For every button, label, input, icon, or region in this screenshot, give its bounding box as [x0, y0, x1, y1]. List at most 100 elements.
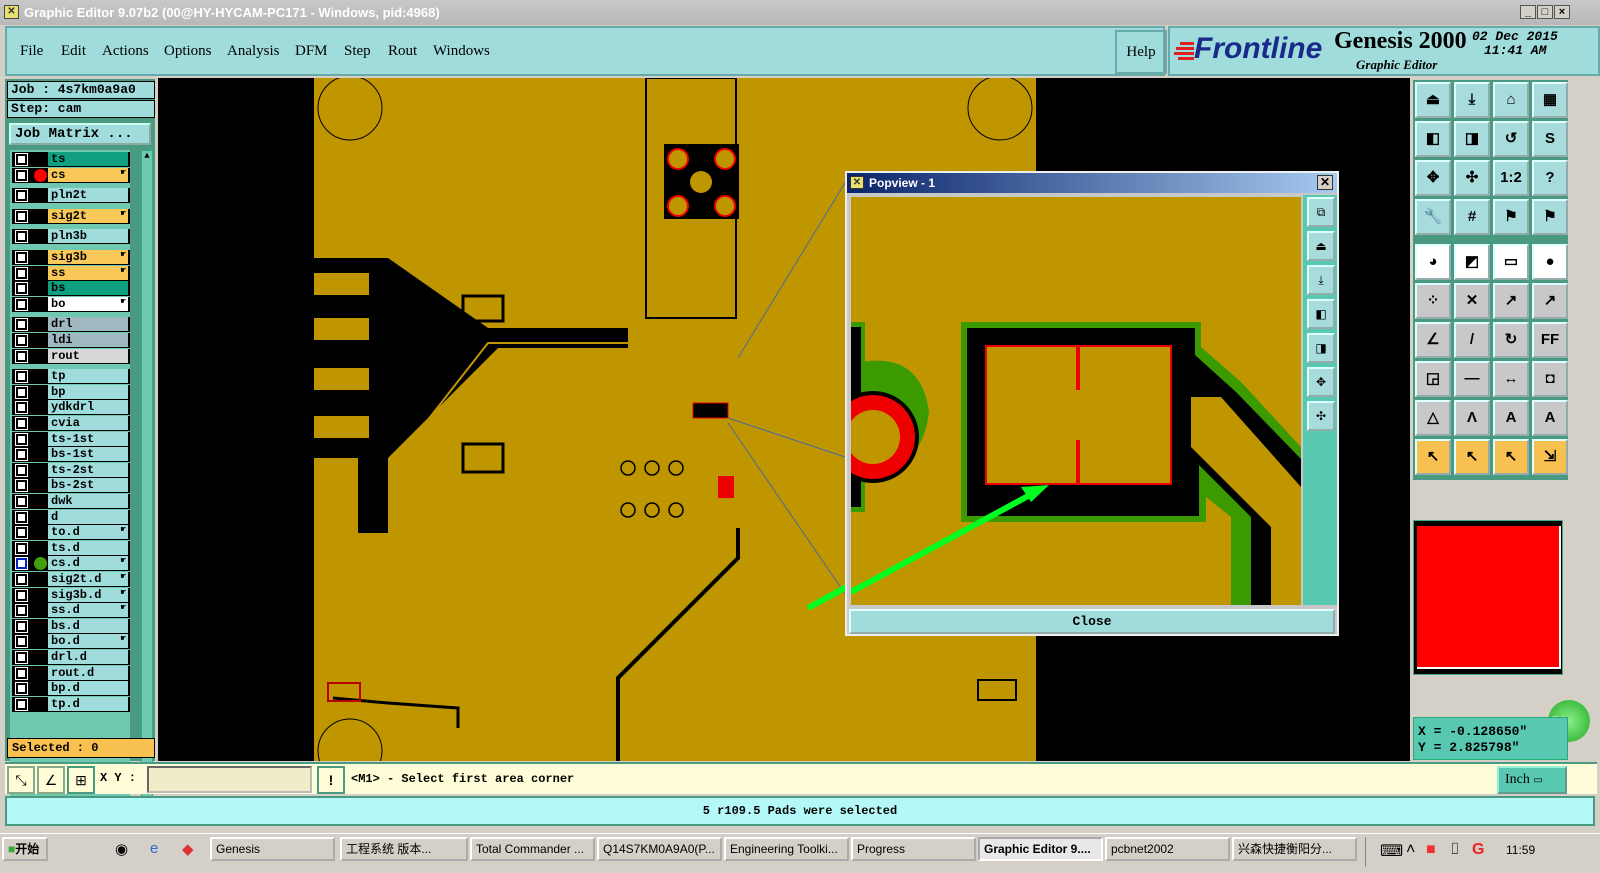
- layer-checkbox[interactable]: [15, 370, 28, 384]
- menu-edit[interactable]: Edit: [61, 43, 86, 60]
- popview-close-button[interactable]: Close: [849, 609, 1335, 634]
- tool-button[interactable]: ◲: [1415, 361, 1451, 397]
- layer-row[interactable]: pln2t: [12, 188, 130, 204]
- popview-tool-button[interactable]: ⏏: [1307, 231, 1335, 261]
- layer-checkbox[interactable]: [15, 266, 28, 280]
- taskbar-item[interactable]: Total Commander ...: [470, 837, 595, 861]
- minimize-button[interactable]: _: [1520, 5, 1536, 19]
- layer-checkbox[interactable]: [15, 334, 28, 347]
- layer-checkbox[interactable]: [15, 209, 28, 223]
- layer-scrollbar[interactable]: ▲ ▼: [141, 150, 153, 810]
- chrome-icon[interactable]: ◉: [115, 840, 128, 858]
- layer-name[interactable]: bp.d: [48, 681, 128, 696]
- layer-row[interactable]: cs.d ☛: [12, 556, 130, 572]
- app-quicklaunch-icon[interactable]: ◆: [182, 840, 194, 858]
- tool-button[interactable]: S: [1532, 121, 1568, 157]
- tool-button[interactable]: ∠: [1415, 322, 1451, 358]
- layer-name[interactable]: cvia: [48, 416, 128, 430]
- layer-checkbox[interactable]: [15, 495, 28, 508]
- layer-row[interactable]: bo.d ☛: [12, 634, 130, 650]
- layer-name[interactable]: sig3b.d: [48, 587, 128, 602]
- tool-button[interactable]: ?: [1532, 160, 1568, 196]
- layer-checkbox[interactable]: [15, 318, 28, 332]
- start-button[interactable]: ■开始: [2, 837, 48, 861]
- layer-name[interactable]: d: [48, 509, 128, 524]
- tool-button[interactable]: ⇲: [1532, 439, 1568, 475]
- tool-button[interactable]: —: [1454, 361, 1490, 397]
- tool-button[interactable]: ↖: [1493, 439, 1529, 475]
- layer-name[interactable]: ts-2st: [48, 462, 128, 477]
- layer-row[interactable]: bs.d: [12, 618, 130, 634]
- popview-tool-button[interactable]: ⤓: [1307, 265, 1335, 295]
- layer-name[interactable]: rout: [48, 348, 128, 363]
- grid-snap-icon[interactable]: ⊞: [67, 766, 95, 794]
- layer-name[interactable]: bs-1st: [48, 447, 128, 462]
- layer-name[interactable]: bo.d: [48, 634, 128, 649]
- scroll-up-icon[interactable]: ▲: [142, 151, 152, 161]
- layer-row[interactable]: sig3b.d ☛: [12, 587, 130, 603]
- layer-row[interactable]: rout.d: [12, 665, 130, 681]
- layer-checkbox[interactable]: [15, 697, 28, 711]
- layer-name[interactable]: bs: [48, 281, 128, 296]
- layer-checkbox[interactable]: [15, 557, 28, 571]
- tool-button[interactable]: ⌂: [1493, 82, 1529, 118]
- layer-row[interactable]: ts.d: [12, 540, 130, 556]
- layer-checkbox[interactable]: [15, 189, 28, 203]
- tool-button[interactable]: ↖: [1415, 439, 1451, 475]
- layer-row[interactable]: ldi: [12, 333, 130, 348]
- layer-checkbox[interactable]: [15, 666, 28, 680]
- tool-button[interactable]: ⚑: [1493, 199, 1529, 235]
- layer-name[interactable]: rout.d: [48, 665, 128, 680]
- tool-button[interactable]: /: [1454, 322, 1490, 358]
- layer-checkbox[interactable]: [15, 541, 28, 555]
- layer-row[interactable]: ss.d ☛: [12, 603, 130, 619]
- tool-button[interactable]: ◩: [1454, 244, 1490, 280]
- title-bar[interactable]: ✕ Graphic Editor 9.07b2 (00@HY-HYCAM-PC1…: [0, 0, 1600, 25]
- layer-checkbox[interactable]: [15, 526, 28, 540]
- tool-button[interactable]: ✥: [1415, 160, 1451, 196]
- layer-checkbox[interactable]: [15, 297, 28, 311]
- layer-name[interactable]: ydkdrl: [48, 400, 128, 415]
- tool-button[interactable]: ⤓: [1454, 82, 1490, 118]
- taskbar-item[interactable]: pcbnet2002: [1105, 837, 1230, 861]
- taskbar-item[interactable]: 兴森快捷衡阳分...: [1232, 837, 1357, 861]
- layer-name[interactable]: bs-2st: [48, 478, 128, 493]
- layer-checkbox[interactable]: [15, 230, 28, 244]
- layer-row[interactable]: drl: [12, 317, 130, 333]
- layer-row[interactable]: d: [12, 509, 130, 525]
- layer-row[interactable]: drl.d: [12, 650, 130, 665]
- layer-checkbox[interactable]: [15, 479, 28, 493]
- layer-name[interactable]: cs.d: [48, 556, 128, 571]
- layer-row[interactable]: cvia: [12, 416, 130, 431]
- maximize-button[interactable]: □: [1537, 5, 1553, 19]
- taskbar-item[interactable]: Engineering Toolki...: [724, 837, 849, 861]
- layer-row[interactable]: ts-1st: [12, 431, 130, 447]
- taskbar-item[interactable]: 工程系统 版本...: [340, 837, 468, 861]
- layer-checkbox[interactable]: [15, 588, 28, 602]
- layer-row[interactable]: dwk: [12, 494, 130, 509]
- layer-row[interactable]: sig2t ☛: [12, 208, 130, 224]
- layer-name[interactable]: ss.d: [48, 603, 128, 618]
- popview-canvas[interactable]: [851, 197, 1301, 605]
- layer-row[interactable]: rout: [12, 348, 130, 364]
- tool-button[interactable]: ▭: [1493, 244, 1529, 280]
- layer-row[interactable]: pln3b: [12, 229, 130, 245]
- taskbar-item[interactable]: Q14S7KM0A9A0(P...: [597, 837, 722, 861]
- layer-name[interactable]: sig2t.d: [48, 572, 128, 586]
- tool-button[interactable]: ↻: [1493, 322, 1529, 358]
- layer-name[interactable]: tp.d: [48, 696, 128, 711]
- tool-button[interactable]: #: [1454, 199, 1490, 235]
- tool-button[interactable]: ◕: [1415, 244, 1451, 280]
- close-button[interactable]: ×: [1554, 5, 1570, 19]
- tray-g-icon[interactable]: G: [1472, 841, 1484, 859]
- layer-checkbox[interactable]: [15, 604, 28, 618]
- layer-checkbox[interactable]: [15, 463, 28, 477]
- ie-icon[interactable]: e: [150, 840, 158, 857]
- help-button[interactable]: Help: [1115, 30, 1167, 74]
- layer-name[interactable]: ts-1st: [48, 431, 128, 446]
- taskbar-item[interactable]: Genesis: [210, 837, 335, 861]
- popview-title-bar[interactable]: ✕ Popview - 1 ✕: [847, 173, 1337, 193]
- layer-checkbox[interactable]: [15, 510, 28, 524]
- popview-close-icon[interactable]: ✕: [1317, 175, 1333, 190]
- tool-button[interactable]: 🔧: [1415, 199, 1451, 235]
